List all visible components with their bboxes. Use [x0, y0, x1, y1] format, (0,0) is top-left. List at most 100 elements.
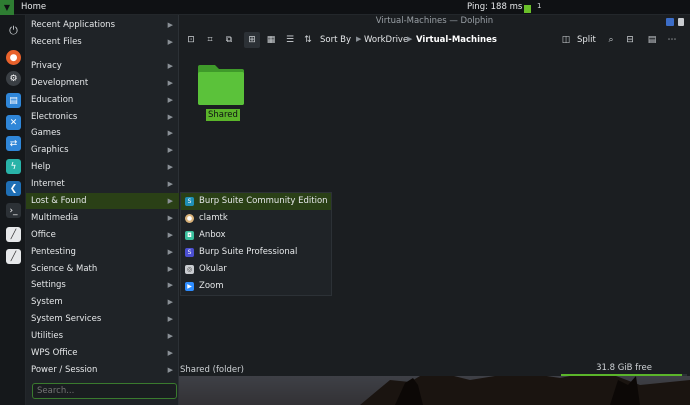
menu-item-label: Power / Session [31, 365, 98, 375]
chevron-right-icon: ▶ [167, 38, 173, 46]
menu-item-label: Settings [31, 280, 66, 290]
breadcrumb-separator-icon: ▶ [356, 35, 362, 43]
window-titlebar[interactable]: Virtual-Machines — Dolphin [179, 15, 690, 30]
menu-item-label: Utilities [31, 331, 63, 341]
menu-item-games[interactable]: Games ▶ [26, 125, 179, 141]
workspace-indicator[interactable]: 1 [537, 2, 541, 10]
store-icon[interactable]: ✕ [6, 115, 21, 130]
menu-item-pentesting[interactable]: Pentesting ▶ [26, 244, 179, 260]
menu-item-label: Development [31, 78, 89, 88]
menu-item-utilities[interactable]: Utilities ▶ [26, 328, 179, 344]
ping-indicator: Ping: 188 ms [467, 2, 523, 12]
submenu-item-zoom[interactable]: ▶ Zoom [181, 278, 331, 295]
sort-icon[interactable]: ⇅ [300, 32, 316, 48]
menu-item-privacy[interactable]: Privacy ▶ [26, 58, 179, 74]
menu-item-label: Office [31, 230, 56, 240]
menu-item-system[interactable]: System ▶ [26, 294, 179, 310]
terminal-icon[interactable]: ›_ [6, 203, 21, 218]
vscode-icon[interactable]: ❮ [6, 181, 21, 196]
zoom-icon: ▶ [185, 282, 194, 291]
notes-icon[interactable]: ╱ [6, 249, 21, 264]
new-tab-icon[interactable]: ⧉ [221, 32, 237, 48]
menu-item-help[interactable]: Help ▶ [26, 159, 179, 175]
submenu-item-label: Anbox [199, 230, 226, 240]
menu-item-education[interactable]: Education ▶ [26, 92, 179, 108]
burp-pro-icon: S [185, 248, 194, 257]
submenu-item-burp-community[interactable]: S Burp Suite Community Edition [181, 193, 331, 210]
window-close-icon[interactable] [678, 18, 684, 26]
menu-item-power-session[interactable]: Power / Session ▶ [26, 362, 179, 378]
chevron-right-icon: ▶ [167, 349, 173, 357]
menu-item-lost-and-found[interactable]: Lost & Found ▶ [26, 193, 179, 209]
menu-item-label: Lost & Found [31, 196, 87, 206]
chevron-right-icon: ▶ [167, 113, 173, 121]
folder-item[interactable]: Shared [197, 63, 247, 123]
terminal-icon[interactable]: ⊡ [183, 32, 199, 48]
submenu-item-label: clamtk [199, 213, 228, 223]
menu-item-office[interactable]: Office ▶ [26, 227, 179, 243]
firefox-icon[interactable]: ● [6, 50, 21, 65]
free-space-bar [561, 374, 687, 376]
menu-item-internet[interactable]: Internet ▶ [26, 176, 179, 192]
status-text: Shared (folder) [180, 365, 244, 375]
free-space-indicator[interactable]: 31.8 GiB free [561, 363, 687, 376]
breadcrumb-virtual-machines[interactable]: Virtual-Machines [416, 35, 497, 45]
menu-item-system-services[interactable]: System Services ▶ [26, 311, 179, 327]
menu-item-graphics[interactable]: Graphics ▶ [26, 142, 179, 158]
files-icon[interactable]: ▤ [6, 93, 21, 108]
text-editor-icon[interactable]: ╱ [6, 227, 21, 242]
menu-item-electronics[interactable]: Electronics ▶ [26, 109, 179, 125]
power-icon[interactable]: ⏻ [6, 23, 21, 38]
window-title: Virtual-Machines — Dolphin [375, 16, 494, 26]
menu-item-label: Internet [31, 179, 65, 189]
more-options-icon[interactable]: ⋯ [664, 32, 680, 48]
compact-view-icon[interactable]: ▦ [263, 32, 279, 48]
breadcrumb-workdrive[interactable]: WorkDrive [364, 35, 408, 45]
icons-view-icon[interactable]: ⊞ [244, 32, 260, 48]
menu-item-label: System Services [31, 314, 102, 324]
crop-icon[interactable]: ⌗ [202, 32, 218, 48]
folder-icon [198, 65, 244, 105]
sort-by-button[interactable]: Sort By [320, 35, 351, 45]
menu-item-settings[interactable]: Settings ▶ [26, 277, 179, 293]
menu-item-recent-applications[interactable]: Recent Applications ▶ [26, 17, 179, 33]
submenu-item-clamtk[interactable]: ● clamtk [181, 210, 331, 227]
chevron-right-icon: ▶ [167, 332, 173, 340]
clamtk-icon: ● [185, 214, 194, 223]
filter-icon[interactable]: ▤ [644, 32, 660, 48]
menu-item-multimedia[interactable]: Multimedia ▶ [26, 210, 179, 226]
split-button[interactable]: Split [577, 35, 596, 45]
chevron-right-icon: ▶ [167, 281, 173, 289]
okular-icon: ◎ [185, 265, 194, 274]
burp-icon[interactable]: ϟ [6, 159, 21, 174]
kde-connect-icon[interactable]: ⇄ [6, 136, 21, 151]
chevron-right-icon: ▶ [167, 298, 173, 306]
application-menu: Recent Applications ▶ Recent Files ▶ Priva… [26, 15, 179, 405]
menu-item-label: Games [31, 128, 61, 138]
submenu-item-okular[interactable]: ◎ Okular [181, 261, 331, 278]
favorites-launcher: ⏻ ● ⚙ ▤ ✕ ⇄ ϟ ❮ ›_ ╱ ╱ [0, 15, 26, 405]
split-icon[interactable]: ◫ [558, 32, 574, 48]
submenu-item-anbox[interactable]: ◘ Anbox [181, 227, 331, 244]
details-view-icon[interactable]: ☰ [282, 32, 298, 48]
submenu-item-label: Burp Suite Community Edition [199, 196, 328, 206]
menu-item-recent-files[interactable]: Recent Files ▶ [26, 34, 179, 50]
app-menu-button[interactable]: ▼ [0, 0, 14, 15]
chevron-down-icon: ▼ [3, 3, 11, 12]
folder-label: Shared [206, 109, 240, 121]
network-activity-icon[interactable] [524, 5, 531, 13]
chevron-right-icon: ▶ [167, 315, 173, 323]
menu-item-wps-office[interactable]: WPS Office ▶ [26, 345, 179, 361]
chevron-right-icon: ▶ [167, 248, 173, 256]
search-icon[interactable]: ⌕ [603, 32, 619, 48]
chevron-right-icon: ▶ [167, 231, 173, 239]
menu-item-development[interactable]: Development ▶ [26, 75, 179, 91]
menu-search-input[interactable] [32, 383, 177, 399]
submenu-item-burp-professional[interactable]: S Burp Suite Professional [181, 244, 331, 261]
menu-item-science-and-math[interactable]: Science & Math ▶ [26, 261, 179, 277]
settings-icon[interactable]: ⚙ [6, 71, 21, 86]
new-folder-icon[interactable]: ⊟ [622, 32, 638, 48]
menu-item-label: Electronics [31, 112, 78, 122]
menu-item-label: Pentesting [31, 247, 76, 257]
window-menu-icon[interactable] [666, 18, 674, 26]
